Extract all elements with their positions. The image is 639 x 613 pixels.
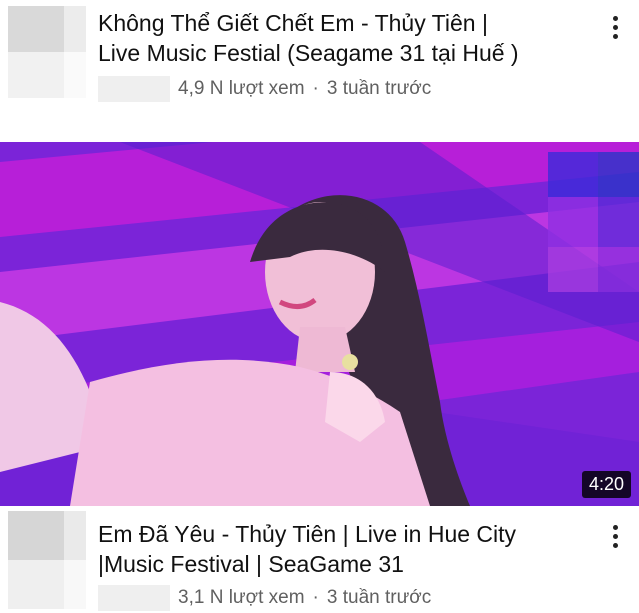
channel-name-blurred: [98, 76, 170, 102]
view-count: 4,9 N lượt xem: [178, 78, 305, 99]
video-duration: 4:20: [581, 471, 631, 498]
video-meta: 3,1 N lượt xem · 3 tuần trước: [98, 585, 431, 611]
upload-age: 3 tuần trước: [326, 587, 432, 608]
view-count: 3,1 N lượt xem: [178, 587, 305, 608]
video-thumbnail[interactable]: 4:20: [0, 142, 639, 506]
channel-avatar-blurred[interactable]: [8, 511, 86, 609]
video-item-1[interactable]: Không Thể Giết Chết Em - Thủy Tiên | Liv…: [0, 0, 639, 120]
thumbnail-image: [0, 142, 639, 506]
video-title-line-2: |Music Festival | SeaGame 31: [98, 551, 404, 577]
more-vert-icon[interactable]: [609, 16, 621, 39]
video-title-line-1: Không Thể Giết Chết Em - Thủy Tiên |: [98, 10, 488, 36]
video-title[interactable]: Không Thể Giết Chết Em - Thủy Tiên | Liv…: [98, 8, 599, 68]
upload-age: 3 tuần trước: [326, 78, 432, 99]
video-title-line-2: Live Music Festial (Seagame 31 tại Huế ): [98, 40, 519, 66]
more-vert-icon[interactable]: [609, 525, 621, 548]
video-title-line-1: Em Đã Yêu - Thủy Tiên | Live in Hue City: [98, 521, 517, 547]
video-meta: 4,9 N lượt xem · 3 tuần trước: [98, 76, 431, 102]
meta-separator: ·: [312, 587, 319, 608]
channel-avatar-blurred[interactable]: [8, 6, 86, 98]
channel-name-blurred: [98, 585, 170, 611]
meta-separator: ·: [312, 78, 319, 99]
video-item-2[interactable]: Em Đã Yêu - Thủy Tiên | Live in Hue City…: [0, 505, 639, 613]
video-title[interactable]: Em Đã Yêu - Thủy Tiên | Live in Hue City…: [98, 519, 599, 579]
